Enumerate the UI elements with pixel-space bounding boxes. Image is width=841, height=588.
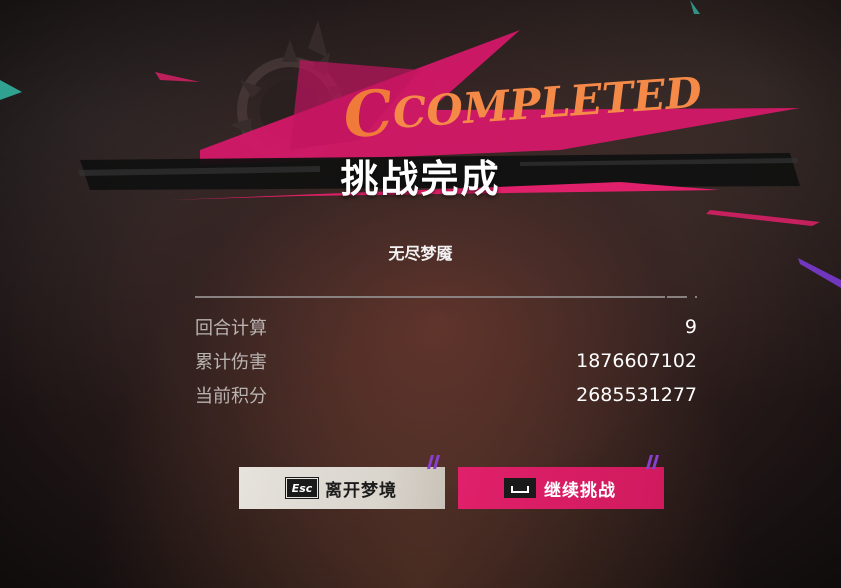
stat-row-damage: 累计伤害 1876607102 [195,344,697,378]
stat-row-score: 当前积分 2685531277 [195,378,697,412]
slash-decoration-icon [427,455,440,469]
continue-challenge-label: 继续挑战 [544,480,616,501]
leave-dream-button[interactable]: Esc 离开梦境 [239,455,445,509]
space-key-icon [504,478,536,498]
stat-value: 2685531277 [576,384,697,406]
banner-title: 挑战完成 [340,157,501,201]
continue-challenge-button[interactable]: 继续挑战 [458,455,664,509]
stat-label: 回合计算 [195,318,267,339]
stat-label: 当前积分 [195,386,267,407]
stat-row-rounds: 回合计算 9 [195,310,697,344]
esc-key-icon: Esc [285,477,319,499]
stats-list: 回合计算 9 累计伤害 1876607102 当前积分 2685531277 [195,310,697,412]
mode-name: 无尽梦魇 [388,244,453,263]
stats-divider [195,296,697,298]
slash-decoration-icon [646,455,659,469]
completed-banner: C COMPLETED 挑战完成 [0,0,841,215]
stat-value: 9 [684,316,697,338]
stat-value: 1876607102 [576,350,697,372]
leave-dream-label: 离开梦境 [325,480,397,501]
completed-letter-c: C [340,75,397,153]
stat-label: 累计伤害 [195,352,267,373]
